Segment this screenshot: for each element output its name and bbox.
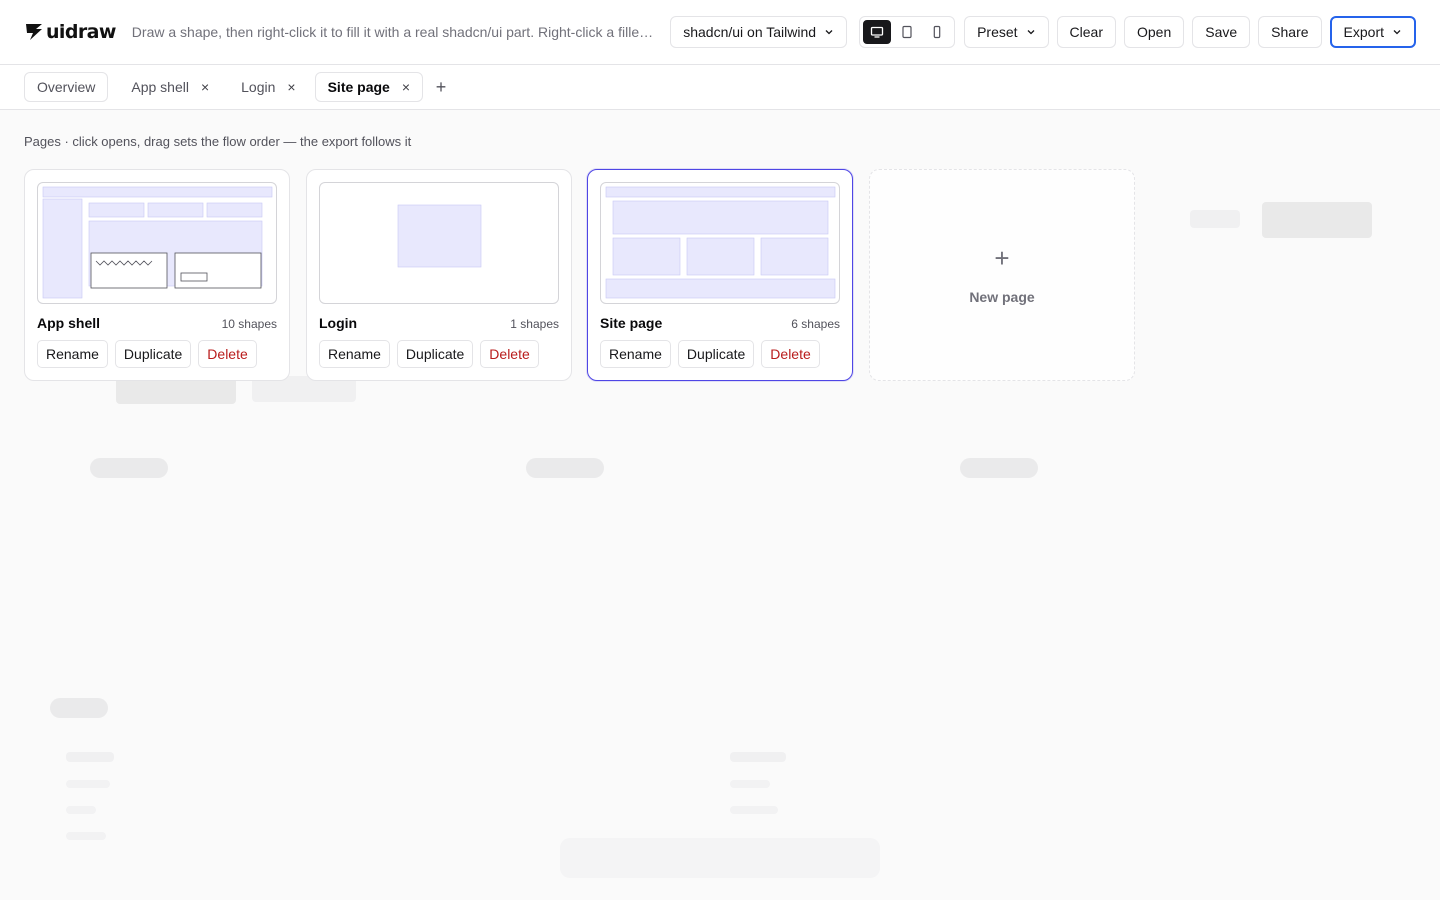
tablet-view-button[interactable] bbox=[893, 20, 921, 44]
export-label: Export bbox=[1343, 24, 1384, 40]
page-thumbnail bbox=[319, 182, 559, 304]
delete-button[interactable]: Delete bbox=[480, 340, 539, 368]
shape-count: 1 shapes bbox=[510, 317, 559, 331]
card-actions: Rename Duplicate Delete bbox=[600, 340, 820, 368]
shape-count: 6 shapes bbox=[791, 317, 840, 331]
duplicate-button[interactable]: Duplicate bbox=[677, 340, 755, 368]
plus-icon: + bbox=[994, 243, 1010, 273]
rename-button[interactable]: Rename bbox=[37, 340, 108, 368]
delete-button[interactable]: Delete bbox=[761, 340, 820, 368]
page-name: Site page bbox=[600, 315, 663, 331]
ghost-shape bbox=[730, 780, 770, 788]
tab-label: Login bbox=[241, 79, 276, 95]
phone-icon bbox=[933, 25, 941, 39]
page-tabs: Overview App shell × Login × Site page ×… bbox=[0, 65, 1440, 110]
rename-button[interactable]: Rename bbox=[319, 340, 390, 368]
close-icon[interactable]: × bbox=[201, 80, 209, 94]
page-thumbnail bbox=[600, 182, 840, 304]
ghost-shape bbox=[1190, 210, 1240, 228]
preset-button[interactable]: Preset bbox=[964, 16, 1049, 48]
login-preview bbox=[397, 204, 482, 268]
chevron-down-icon bbox=[1393, 30, 1401, 35]
page-card-site-page[interactable]: Site page 6 shapes Rename Duplicate Dele… bbox=[587, 169, 853, 381]
logo-text: uidraw bbox=[46, 21, 116, 43]
ghost-shape bbox=[66, 780, 110, 788]
app-header: uidraw Draw a shape, then right-click it… bbox=[0, 0, 1440, 65]
new-page-label: New page bbox=[969, 289, 1035, 305]
tagline: Draw a shape, then right-click it to fil… bbox=[131, 24, 654, 40]
card-actions: Rename Duplicate Delete bbox=[319, 340, 539, 368]
chevron-down-icon bbox=[1027, 30, 1034, 35]
ghost-shape bbox=[90, 458, 168, 478]
close-icon[interactable]: × bbox=[402, 80, 410, 94]
open-button[interactable]: Open bbox=[1124, 16, 1185, 48]
site-page-preview bbox=[605, 186, 836, 299]
tab-app-shell[interactable]: App shell × bbox=[118, 72, 222, 102]
add-tab-button[interactable]: + bbox=[429, 75, 453, 99]
tab-label: Overview bbox=[37, 79, 96, 95]
save-button[interactable]: Save bbox=[1192, 16, 1251, 48]
card-actions: Rename Duplicate Delete bbox=[37, 340, 257, 368]
page-name: Login bbox=[319, 315, 358, 331]
desktop-view-button[interactable] bbox=[863, 20, 892, 44]
ghost-toolbar bbox=[560, 838, 880, 878]
page-name: App shell bbox=[37, 315, 101, 331]
app-shell-preview bbox=[42, 186, 273, 299]
export-button[interactable]: Export bbox=[1329, 16, 1416, 48]
preset-label: Preset bbox=[977, 24, 1018, 40]
ghost-shape bbox=[50, 698, 108, 718]
stack-select-value: shadcn/ui on Tailwind bbox=[683, 24, 817, 40]
tab-label: Site page bbox=[327, 79, 390, 95]
ghost-shape bbox=[66, 832, 106, 840]
ghost-shape bbox=[730, 752, 786, 762]
chevron-down-icon bbox=[825, 30, 833, 35]
logo-mark-icon bbox=[26, 24, 42, 40]
duplicate-button[interactable]: Duplicate bbox=[396, 340, 474, 368]
tab-overview[interactable]: Overview bbox=[24, 72, 109, 102]
tablet-icon bbox=[902, 25, 912, 39]
ghost-shape bbox=[960, 458, 1038, 478]
device-toggle-group bbox=[859, 16, 956, 48]
ghost-shape bbox=[730, 806, 778, 814]
rename-button[interactable]: Rename bbox=[600, 340, 671, 368]
ghost-shape bbox=[526, 458, 604, 478]
stack-select[interactable]: shadcn/ui on Tailwind bbox=[670, 16, 848, 48]
page-card-login[interactable]: Login 1 shapes Rename Duplicate Delete bbox=[306, 169, 572, 381]
overview-hint: Pages · click opens, drag sets the flow … bbox=[24, 134, 412, 149]
tab-site-page[interactable]: Site page × bbox=[314, 72, 424, 102]
logo[interactable]: uidraw bbox=[24, 21, 116, 43]
ghost-shape bbox=[66, 752, 114, 762]
clear-button[interactable]: Clear bbox=[1056, 16, 1116, 48]
page-card-app-shell[interactable]: App shell 10 shapes Rename Duplicate Del… bbox=[24, 169, 290, 381]
shape-count: 10 shapes bbox=[221, 317, 277, 331]
tab-label: App shell bbox=[131, 79, 189, 95]
ghost-shape bbox=[66, 806, 96, 814]
phone-view-button[interactable] bbox=[923, 20, 951, 44]
delete-button[interactable]: Delete bbox=[198, 340, 257, 368]
page-thumbnail bbox=[37, 182, 277, 304]
ghost-shape bbox=[1262, 202, 1372, 238]
close-icon[interactable]: × bbox=[287, 80, 295, 94]
share-button[interactable]: Share bbox=[1258, 16, 1322, 48]
new-page-button[interactable]: + New page bbox=[869, 169, 1135, 381]
desktop-icon bbox=[870, 26, 884, 38]
duplicate-button[interactable]: Duplicate bbox=[114, 340, 192, 368]
tab-login[interactable]: Login × bbox=[228, 72, 308, 102]
